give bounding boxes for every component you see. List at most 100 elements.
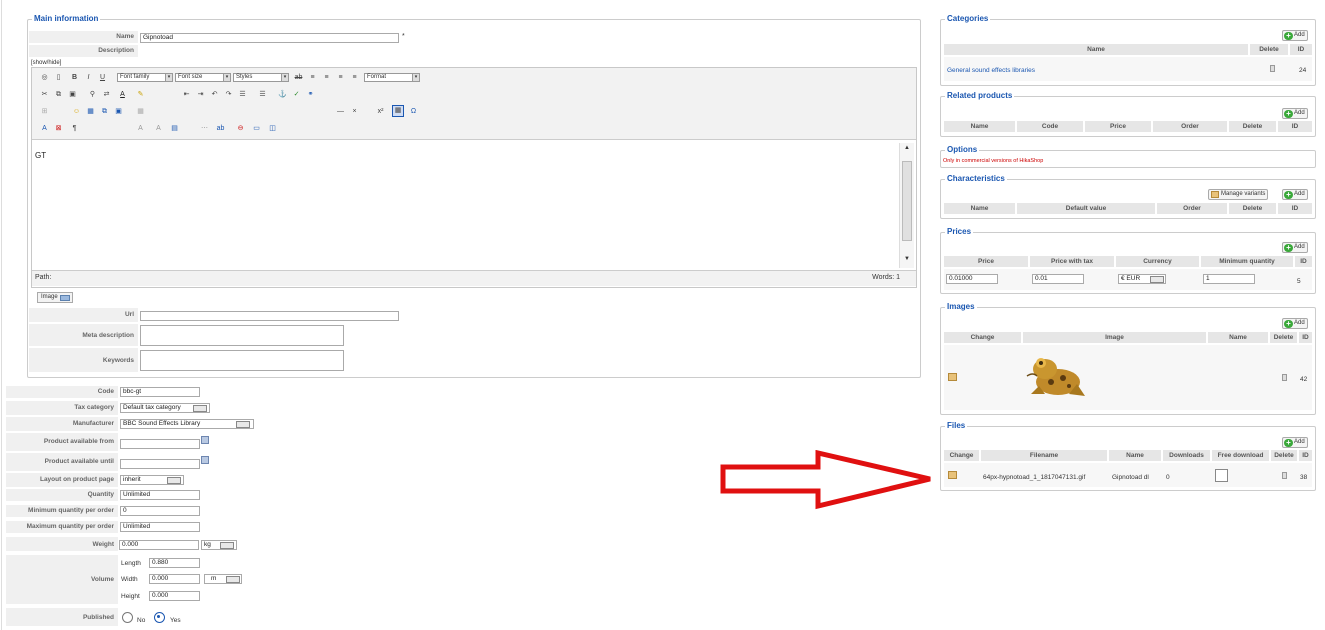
font-family-select[interactable]: Font family ▾: [117, 73, 173, 82]
trash-icon[interactable]: [1282, 374, 1287, 381]
template-icon[interactable]: ▤: [170, 124, 179, 133]
weight-unit-dropdown-button[interactable]: [220, 542, 234, 549]
related-add-button[interactable]: + Add: [1282, 108, 1308, 119]
available-until-input[interactable]: [120, 459, 200, 469]
height-input[interactable]: 0.000: [149, 591, 200, 601]
length-input[interactable]: 0.880: [149, 558, 200, 568]
manufacturer-select[interactable]: BBC Sound Effects Library: [120, 419, 254, 429]
layout-dropdown-button[interactable]: [167, 477, 181, 484]
align-left-icon[interactable]: ≡: [308, 73, 317, 82]
italic-icon[interactable]: I: [84, 73, 93, 82]
name-input[interactable]: Gipnotoad: [140, 33, 399, 43]
meta-description-input[interactable]: [140, 325, 344, 346]
files-add-button[interactable]: + Add: [1282, 437, 1308, 448]
replace-icon[interactable]: ⇄: [102, 90, 111, 99]
calendar-icon[interactable]: [201, 436, 209, 444]
char-map-icon[interactable]: ▦: [392, 105, 404, 117]
media-icon[interactable]: ▦: [86, 107, 95, 116]
categories-add-button[interactable]: + Add: [1282, 30, 1308, 41]
editor-content[interactable]: GT: [35, 151, 46, 160]
align-center-icon[interactable]: ≡: [322, 73, 331, 82]
min-qty-input[interactable]: 0: [120, 506, 200, 516]
anchor-icon[interactable]: ⚓: [278, 90, 287, 99]
table-icon[interactable]: ▦: [136, 107, 145, 116]
edit-icon[interactable]: [948, 373, 957, 381]
underline-icon[interactable]: U: [98, 73, 107, 82]
price-with-tax-input[interactable]: 0.01: [1032, 274, 1084, 284]
page-icon[interactable]: ▯: [54, 73, 63, 82]
scroll-up-icon[interactable]: ▲: [904, 145, 910, 151]
horizontal-rule-icon[interactable]: —: [336, 107, 345, 116]
paragraph-icon[interactable]: ¶: [70, 124, 79, 133]
show-hide-link[interactable]: [show/hide]: [31, 60, 61, 66]
redo-icon[interactable]: ↷: [224, 90, 233, 99]
visual-aid-icon[interactable]: ⊖: [236, 124, 245, 133]
quantity-input[interactable]: Unlimited: [120, 490, 200, 500]
font-color-icon[interactable]: A: [118, 90, 127, 99]
emoticon-icon[interactable]: ☺: [72, 107, 81, 116]
weight-input[interactable]: 0.000: [119, 540, 199, 550]
images-add-button[interactable]: + Add: [1282, 318, 1308, 329]
outdent-icon[interactable]: ⇤: [182, 90, 191, 99]
prices-add-button[interactable]: + Add: [1282, 242, 1308, 253]
style-props-icon[interactable]: A: [40, 124, 49, 133]
width-input[interactable]: 0.000: [149, 574, 200, 584]
fullscreen-icon[interactable]: ▭: [252, 124, 261, 133]
edit-icon[interactable]: [948, 471, 957, 479]
image-icon[interactable]: ▣: [114, 107, 123, 116]
insert-layer-icon[interactable]: A: [136, 124, 145, 133]
abbr-icon[interactable]: ⊠: [54, 124, 63, 133]
bold-icon[interactable]: B: [70, 73, 79, 82]
scrollbar-thumb[interactable]: [902, 161, 912, 241]
omega-icon[interactable]: Ω: [409, 107, 418, 116]
manage-variants-button[interactable]: Manage variants: [1208, 189, 1269, 200]
pagebreak-icon[interactable]: ⋯: [200, 124, 209, 133]
published-yes-radio[interactable]: [154, 612, 165, 623]
free-download-checkbox[interactable]: [1215, 469, 1228, 482]
preview-icon[interactable]: ⧉: [100, 107, 109, 116]
scroll-down-icon[interactable]: ▼: [904, 256, 910, 262]
paste-icon[interactable]: ▣: [68, 90, 77, 99]
keywords-input[interactable]: [140, 350, 344, 371]
indent-icon[interactable]: ⇥: [196, 90, 205, 99]
manufacturer-dropdown-button[interactable]: [236, 421, 250, 428]
subscript-icon[interactable]: ⊞: [40, 107, 49, 116]
min-quantity-input[interactable]: 1: [1203, 274, 1255, 284]
font-size-select[interactable]: Font size ▾: [175, 73, 231, 82]
superscript-icon[interactable]: x²: [376, 107, 385, 116]
volume-unit-dropdown-button[interactable]: [226, 576, 240, 583]
calendar-icon[interactable]: [201, 456, 209, 464]
trash-icon[interactable]: [1282, 472, 1287, 479]
published-no-radio[interactable]: [122, 612, 133, 623]
code-input[interactable]: bbc-gt: [120, 387, 200, 397]
url-input[interactable]: [140, 311, 399, 321]
styles-select[interactable]: Styles ▾: [233, 73, 289, 82]
strikethrough-icon[interactable]: ab: [294, 73, 303, 82]
characteristics-add-button[interactable]: + Add: [1282, 189, 1308, 200]
format-select[interactable]: Format ▾: [364, 73, 420, 82]
bullet-list-icon[interactable]: ☰: [238, 90, 247, 99]
currency-dropdown-button[interactable]: [1150, 276, 1164, 283]
highlight-icon[interactable]: ✎: [136, 90, 145, 99]
find-icon[interactable]: ⚲: [88, 90, 97, 99]
html-source-icon[interactable]: ◫: [268, 124, 277, 133]
align-justify-icon[interactable]: ≡: [350, 73, 359, 82]
remove-format-icon[interactable]: ×: [350, 107, 359, 116]
tax-category-dropdown-button[interactable]: [193, 405, 207, 412]
price-input[interactable]: 0.01000: [946, 274, 998, 284]
category-name-link[interactable]: General sound effects libraries: [947, 67, 1035, 74]
numbered-list-icon[interactable]: ☰: [258, 90, 267, 99]
image-button[interactable]: Image: [37, 292, 73, 303]
spellcheck-icon[interactable]: ab: [216, 124, 225, 133]
max-qty-input[interactable]: Unlimited: [120, 522, 200, 532]
absolute-icon[interactable]: A: [154, 124, 163, 133]
cut-icon[interactable]: ✂: [40, 90, 49, 99]
link-icon[interactable]: ⚭: [306, 90, 315, 99]
trash-icon[interactable]: [1270, 65, 1275, 72]
cleanup-icon[interactable]: ✓: [292, 90, 301, 99]
undo-icon[interactable]: ↶: [210, 90, 219, 99]
editor-scrollbar[interactable]: ▲ ▼: [899, 143, 914, 268]
new-doc-icon[interactable]: ◎: [40, 73, 49, 82]
available-from-input[interactable]: [120, 439, 200, 449]
copy-icon[interactable]: ⧉: [54, 90, 63, 99]
